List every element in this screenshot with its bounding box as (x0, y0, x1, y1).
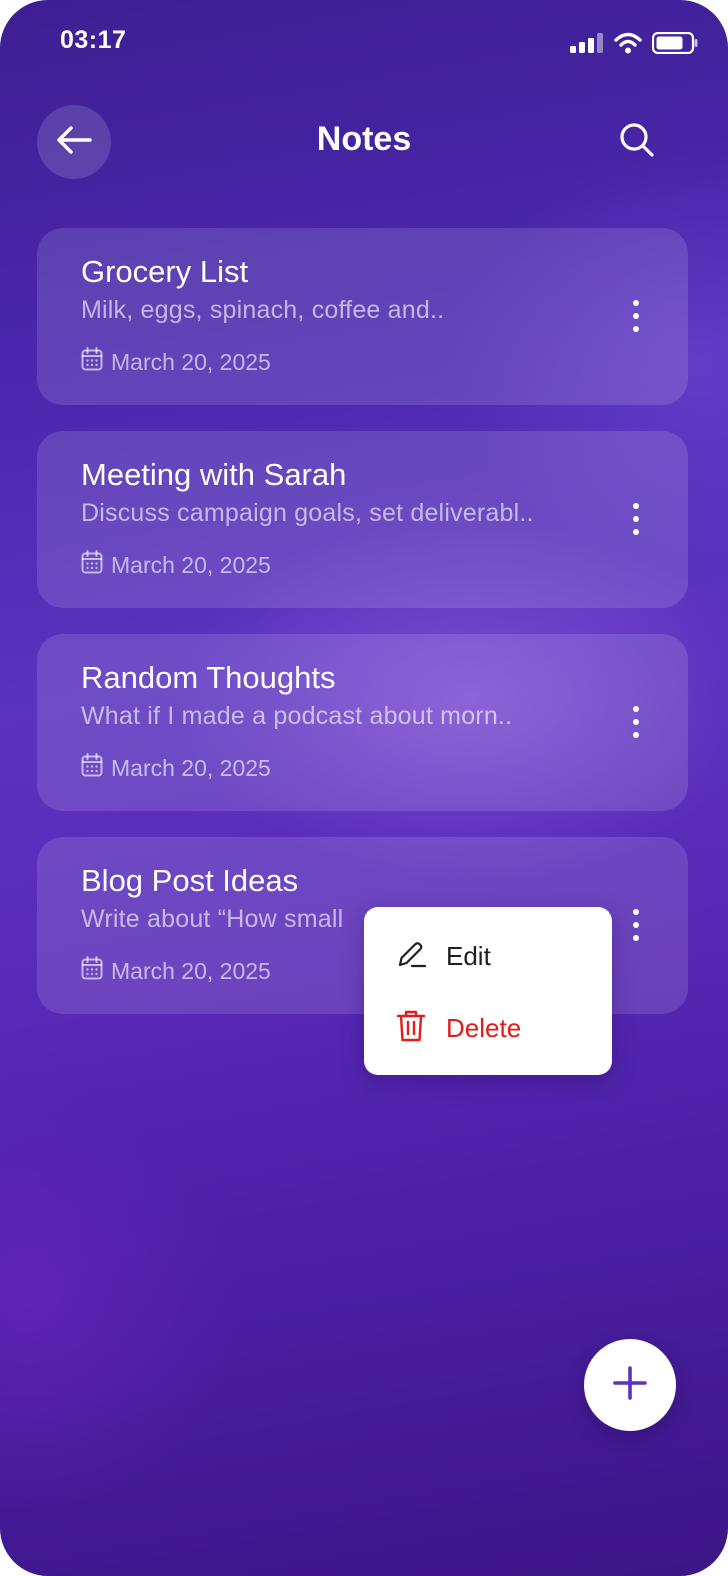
note-card[interactable]: Random Thoughts What if I made a podcast… (37, 634, 688, 811)
note-date-text: March 20, 2025 (111, 754, 271, 781)
more-dot (633, 732, 639, 738)
wifi-icon (614, 32, 642, 59)
note-title: Blog Post Ideas (81, 863, 299, 898)
note-date: March 20, 2025 (81, 956, 271, 986)
more-dot (633, 326, 639, 332)
note-preview: Write about “How small (81, 905, 344, 933)
note-date: March 20, 2025 (81, 753, 271, 783)
note-title: Meeting with Sarah (81, 457, 347, 492)
note-preview: Discuss campaign goals, set deliverabl.. (81, 499, 534, 527)
phone-screen: 03:17 Notes Grocery List Milk, eggs, spi… (0, 0, 728, 1576)
more-dot (633, 313, 639, 319)
menu-item-edit[interactable]: Edit (364, 921, 612, 991)
note-date: March 20, 2025 (81, 550, 271, 580)
status-time: 03:17 (60, 26, 127, 54)
more-vertical-icon (633, 503, 639, 509)
more-options-button[interactable] (621, 294, 651, 338)
note-date: March 20, 2025 (81, 347, 271, 377)
note-date-text: March 20, 2025 (111, 348, 271, 375)
trash-icon (396, 1009, 426, 1048)
note-card[interactable]: Meeting with Sarah Discuss campaign goal… (37, 431, 688, 608)
more-dot (633, 529, 639, 535)
note-date-text: March 20, 2025 (111, 551, 271, 578)
note-preview: What if I made a podcast about morn.. (81, 702, 513, 730)
note-context-menu: Edit Delete (364, 907, 612, 1075)
more-vertical-icon (633, 706, 639, 712)
search-button[interactable] (600, 105, 674, 179)
more-vertical-icon (633, 300, 639, 306)
pencil-icon (396, 938, 428, 975)
menu-item-delete-label: Delete (446, 1012, 522, 1043)
calendar-icon (81, 753, 103, 783)
note-date-text: March 20, 2025 (111, 957, 271, 984)
search-icon (618, 121, 656, 164)
calendar-icon (81, 956, 103, 986)
more-options-button[interactable] (621, 903, 651, 947)
more-dot (633, 719, 639, 725)
note-title: Grocery List (81, 254, 249, 289)
more-dot (633, 922, 639, 928)
calendar-icon (81, 550, 103, 580)
note-card[interactable]: Grocery List Milk, eggs, spinach, coffee… (37, 228, 688, 405)
more-dot (633, 935, 639, 941)
note-preview: Milk, eggs, spinach, coffee and.. (81, 296, 445, 324)
signal-icon (570, 33, 604, 58)
more-dot (633, 516, 639, 522)
plus-icon (612, 1365, 648, 1406)
more-options-button[interactable] (621, 497, 651, 541)
status-icons (570, 31, 698, 59)
calendar-icon (81, 347, 103, 377)
battery-icon (651, 31, 698, 59)
add-note-button[interactable] (584, 1339, 676, 1431)
menu-item-delete[interactable]: Delete (364, 993, 612, 1063)
menu-item-edit-label: Edit (446, 940, 491, 971)
more-options-button[interactable] (621, 700, 651, 744)
more-vertical-icon (633, 909, 639, 915)
note-title: Random Thoughts (81, 660, 336, 695)
